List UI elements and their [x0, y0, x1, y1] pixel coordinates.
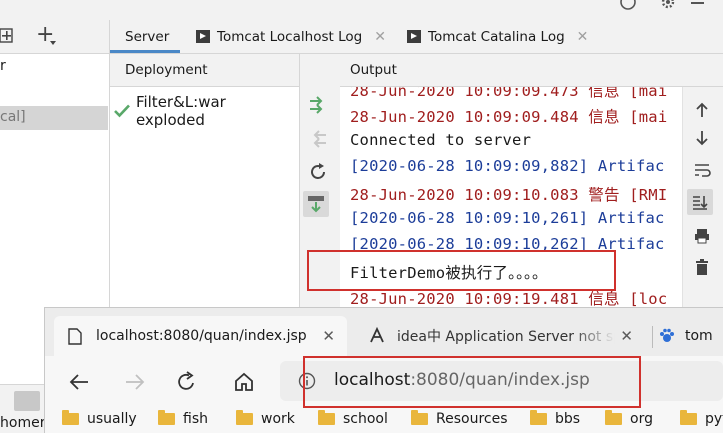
bookmark-folder[interactable]: bbs: [530, 410, 581, 427]
folder-icon: [318, 410, 335, 425]
tab-label: Tomcat Catalina Log: [428, 28, 565, 45]
log-line: [2020-06-28 10:09:10,261] Artifac: [350, 209, 665, 227]
tab-server[interactable]: Server: [125, 20, 169, 53]
bookmark-label: school: [343, 411, 388, 427]
folder-icon: [411, 410, 428, 425]
deployment-item[interactable]: Filter&L:war exploded: [114, 93, 299, 129]
chevron-down-icon[interactable]: [50, 41, 56, 45]
home-icon[interactable]: [233, 371, 255, 393]
deployment-item-label: Filter&L:war exploded: [135, 93, 226, 129]
services-toolbar: +: [0, 20, 109, 54]
soft-wrap-icon[interactable]: [693, 161, 711, 179]
log-line: 28-Jun-2020 10:09:09.484 信息 [mai: [350, 108, 668, 126]
scroll-to-end-icon: [693, 196, 708, 210]
tree-item-partial[interactable]: r: [0, 58, 6, 74]
refresh-icon[interactable]: [307, 161, 329, 183]
ide-bottom-strip: homer: [0, 384, 46, 433]
tree-item-partial: homer: [0, 415, 46, 431]
trash-icon[interactable]: [693, 258, 711, 276]
browser-tabstrip: localhost:8080/quan/index.jsp ✕ idea中 Ap…: [45, 308, 723, 356]
bookmark-folder[interactable]: org: [605, 410, 653, 427]
tab-divider: [652, 326, 653, 348]
arrow-down-icon[interactable]: [693, 129, 711, 147]
tab-server-label: Server: [125, 28, 170, 45]
minimize-icon[interactable]: [688, 0, 708, 14]
annotation-highlight-box: [303, 356, 641, 408]
scroll-to-end-button[interactable]: [687, 189, 713, 215]
log-icon: [196, 30, 210, 43]
globe-icon[interactable]: [618, 0, 638, 14]
bookmark-label: Resources: [436, 411, 508, 427]
tool-window-button[interactable]: [14, 391, 40, 411]
log-icon: [407, 30, 421, 43]
gear-icon[interactable]: [658, 0, 678, 14]
add-service-icon[interactable]: [0, 27, 16, 45]
bookmark-label: bbs: [555, 411, 581, 427]
browser-tab[interactable]: idea中 Application Server not sp ✕: [355, 316, 645, 356]
annotation-highlight-box: [307, 250, 616, 291]
folder-icon: [680, 410, 697, 425]
bookmark-folder[interactable]: usually: [62, 410, 137, 427]
output-header: Output: [340, 54, 723, 87]
tree-item-label: cal]: [0, 109, 26, 125]
log-line: Connected to server: [350, 131, 532, 149]
folder-icon: [530, 410, 547, 425]
close-icon[interactable]: ✕: [374, 29, 386, 45]
folder-icon: [605, 410, 622, 425]
ide-top-strip: [0, 0, 723, 20]
folder-icon: [158, 410, 175, 425]
bookmark-folder[interactable]: fish: [158, 410, 208, 427]
close-icon[interactable]: ✕: [322, 327, 335, 345]
bookmark-folder[interactable]: work: [236, 410, 295, 427]
log-line: [2020-06-28 10:09:09,882] Artifac: [350, 157, 665, 175]
check-icon: [114, 104, 130, 118]
back-arrow-icon[interactable]: [68, 372, 90, 392]
forward-arrow-icon[interactable]: [124, 372, 146, 392]
bookmark-label: usually: [87, 411, 137, 427]
bookmark-folder[interactable]: pyt: [680, 410, 723, 427]
output-title: Output: [350, 62, 397, 78]
bookmark-label: fish: [183, 411, 208, 427]
browser-tab-title: idea中 Application Server not sp: [397, 329, 615, 345]
browser-tab-active[interactable]: localhost:8080/quan/index.jsp ✕: [54, 316, 347, 356]
reload-icon[interactable]: [176, 371, 198, 393]
print-icon[interactable]: [693, 227, 711, 245]
bookmark-label: org: [630, 411, 653, 427]
bookmark-folder[interactable]: Resources: [411, 410, 508, 427]
deployment-header: Deployment: [110, 54, 299, 87]
folder-icon: [236, 410, 253, 425]
bookmark-label: pyt: [705, 411, 723, 427]
baidu-paw-icon: [660, 328, 674, 342]
browser-tab[interactable]: tom: [659, 316, 723, 356]
arrow-up-icon[interactable]: [693, 101, 711, 119]
deployment-list: Filter&L:war exploded: [110, 87, 299, 317]
undeploy-icon[interactable]: [307, 128, 329, 150]
browser-tab-title: tom: [685, 328, 713, 344]
site-favicon-icon: [370, 327, 384, 343]
update-button[interactable]: [303, 191, 329, 217]
close-icon[interactable]: ✕: [577, 29, 589, 45]
tree-item-selected[interactable]: cal]: [0, 106, 108, 130]
folder-icon: [62, 410, 79, 425]
active-tab-indicator: [110, 50, 180, 53]
browser-tab-title: localhost:8080/quan/index.jsp: [96, 328, 307, 344]
deploy-icon[interactable]: [307, 94, 329, 116]
close-icon[interactable]: ✕: [620, 327, 633, 345]
tab-label: Tomcat Localhost Log: [217, 28, 363, 45]
log-line: 28-Jun-2020 10:09:09.473 信息 [mai: [350, 87, 668, 100]
tab-tomcat-catalina-log[interactable]: Tomcat Catalina Log ✕: [407, 20, 588, 53]
update-icon: [308, 196, 324, 213]
console-toolbar: [682, 87, 723, 317]
log-line: 28-Jun-2020 10:09:10.083 警告 [RMI: [350, 186, 668, 204]
bookmark-label: work: [261, 411, 295, 427]
bookmark-folder[interactable]: school: [318, 410, 388, 427]
page-icon: [68, 327, 82, 345]
deployment-title: Deployment: [125, 62, 208, 78]
tab-tomcat-localhost-log[interactable]: Tomcat Localhost Log ✕: [196, 20, 386, 53]
run-tabbar: Server Tomcat Localhost Log ✕ Tomcat Cat…: [110, 20, 723, 54]
